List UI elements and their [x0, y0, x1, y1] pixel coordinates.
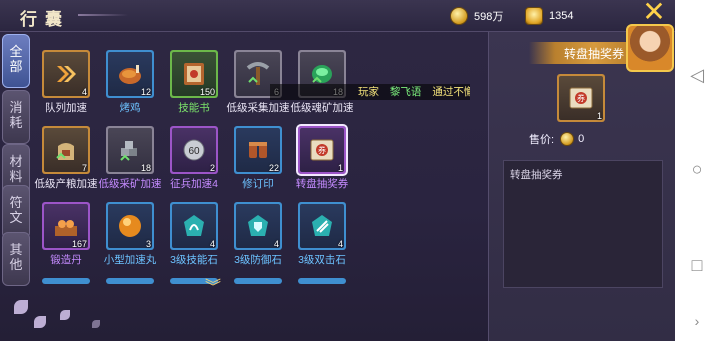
- item-count: 4: [209, 239, 215, 249]
- recruit-60-icon: 60: [183, 139, 205, 161]
- ore-stack-icon: [120, 141, 137, 161]
- top-bar: 行囊 598万 1354 ✕: [0, 0, 675, 32]
- item-slot[interactable]: 60 2: [170, 126, 218, 174]
- flower-decoration: [92, 320, 100, 328]
- roast-chicken-icon: [119, 65, 141, 84]
- flower-decoration: [34, 316, 46, 328]
- double-chevron-icon: [57, 66, 76, 82]
- tab-runes[interactable]: 符文: [2, 185, 30, 239]
- item-slot[interactable]: 4: [170, 202, 218, 250]
- double-hit-stone-icon: [312, 215, 332, 236]
- item-name-label: 转盘抽奖券: [295, 178, 349, 190]
- item-count: 167: [71, 239, 87, 249]
- item-slot[interactable]: 4: [42, 50, 90, 98]
- coin-icon: [450, 7, 468, 25]
- item-slot[interactable]: 券1: [296, 124, 348, 176]
- avatar[interactable]: [626, 24, 674, 72]
- skill-book-icon: [184, 63, 204, 85]
- tab-consumables[interactable]: 消耗: [2, 90, 30, 144]
- price-value: 0: [578, 133, 585, 145]
- game-screen: 行囊 598万 1354 ✕ 全部 消耗 材料 符文 其他 4 队列加速 12 烤鸡 1…: [0, 0, 675, 341]
- currency-gold: 1354: [525, 6, 573, 26]
- item-count: 4: [273, 239, 279, 249]
- title-ornament: [78, 14, 128, 16]
- scroll-down-chevron-icon[interactable]: ︾: [205, 280, 221, 296]
- pickaxe-icon: [246, 62, 270, 85]
- item-detail-panel: 转盘抽奖券 券 1 售价: 0 转盘抽奖券: [488, 32, 675, 341]
- svg-text:60: 60: [188, 146, 200, 157]
- seal-icon: [249, 142, 267, 158]
- item-count: 18: [140, 163, 151, 173]
- item-slot[interactable]: 3: [106, 202, 154, 250]
- item-slot[interactable]: 18: [106, 126, 154, 174]
- svg-text:券: 券: [318, 145, 326, 155]
- item-slot-partial[interactable]: [42, 278, 90, 284]
- marquee-player-name: 黎飞语: [389, 86, 422, 98]
- flower-decoration: [14, 300, 28, 314]
- forge-pill-icon: [55, 220, 77, 236]
- svg-text:券: 券: [577, 93, 585, 103]
- currency-silver-value: 598万: [474, 11, 504, 23]
- system-marquee: 玩家 黎飞语 通过不懈努: [270, 84, 470, 100]
- currency-gold-value: 1354: [549, 10, 574, 22]
- detail-item-count: 1: [596, 111, 602, 121]
- coin-icon: [560, 132, 575, 146]
- item-slot[interactable]: 4: [298, 202, 346, 250]
- tab-consumables-label: 消耗: [9, 100, 23, 130]
- page-title: 行囊: [20, 10, 70, 30]
- marquee-part3: 通过不懈努: [432, 86, 470, 98]
- item-count: 150: [199, 87, 215, 97]
- currency-silver: 598万: [450, 6, 503, 26]
- item-count: 3: [145, 239, 151, 249]
- item-count: 4: [81, 87, 87, 97]
- item-slot[interactable]: 4: [234, 202, 282, 250]
- item-count: 22: [268, 163, 279, 173]
- flower-decoration: [60, 310, 70, 320]
- item-slot-partial[interactable]: [298, 278, 346, 284]
- item-slot-partial[interactable]: [106, 278, 154, 284]
- price-label: 售价:: [529, 134, 555, 146]
- grain-sack-icon: [56, 143, 74, 160]
- item-slot[interactable]: 167: [42, 202, 90, 250]
- item-count: 4: [337, 239, 343, 249]
- item-description: 转盘抽奖券: [503, 160, 663, 288]
- item-count: 7: [81, 163, 87, 173]
- orange-orb-icon: [119, 215, 141, 237]
- item-slot[interactable]: 7: [42, 126, 90, 174]
- defense-stone-icon: [248, 215, 268, 236]
- item-count: 1: [337, 163, 343, 173]
- item-name-label: 低级魂矿加速: [290, 102, 354, 114]
- gold-ingot-icon: [525, 7, 543, 25]
- back-icon[interactable]: ◁: [687, 66, 707, 84]
- detail-item-slot: 券 1: [557, 74, 605, 122]
- item-count: 2: [209, 163, 215, 173]
- lottery-ticket-icon: 券: [569, 87, 593, 109]
- tab-all-label: 全部: [9, 44, 23, 74]
- item-description-text: 转盘抽奖券: [510, 169, 563, 181]
- skill-stone-icon: [184, 215, 204, 236]
- tab-others-label: 其他: [9, 242, 23, 272]
- tab-materials-label: 材料: [9, 154, 23, 184]
- recents-icon[interactable]: □: [687, 256, 707, 274]
- item-slot-partial[interactable]: [234, 278, 282, 284]
- price-row: 售价: 0: [529, 130, 584, 148]
- item-slot[interactable]: 12: [106, 50, 154, 98]
- item-slot[interactable]: 150: [170, 50, 218, 98]
- tab-all[interactable]: 全部: [2, 34, 30, 88]
- item-slot[interactable]: 22: [234, 126, 282, 174]
- android-nav-bar: ◁ ○ □ ›: [675, 0, 720, 341]
- home-icon[interactable]: ○: [687, 160, 707, 178]
- marquee-part1: 玩家: [358, 86, 379, 98]
- tab-runes-label: 符文: [9, 195, 23, 225]
- expand-icon[interactable]: ›: [687, 312, 707, 330]
- lottery-ticket-icon: 券: [310, 139, 334, 161]
- item-count: 12: [140, 87, 151, 97]
- item-name-label: 3级双击石: [298, 254, 346, 266]
